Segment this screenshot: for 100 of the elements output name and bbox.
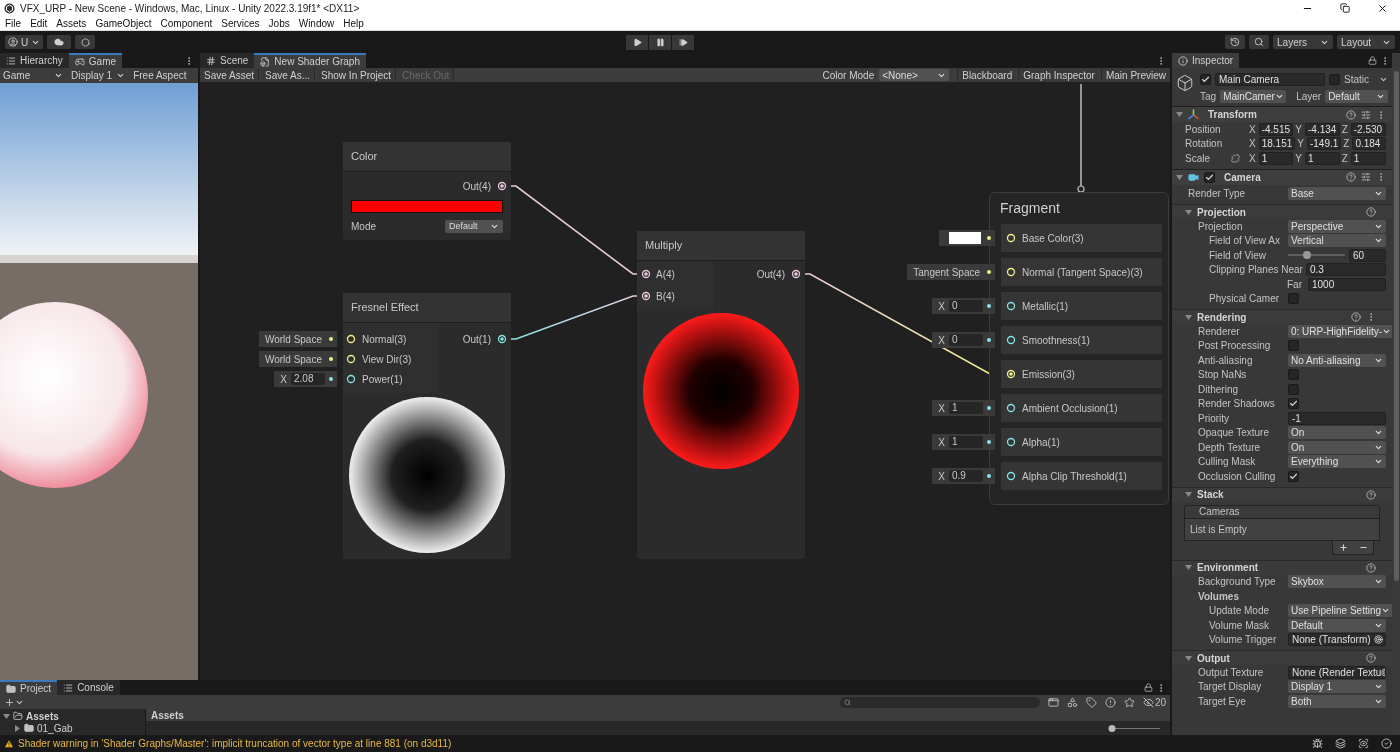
number-field[interactable]: 18.151 [1258,137,1296,151]
menu-item[interactable]: Help [343,15,364,31]
menu-item[interactable]: GameObject [95,15,152,31]
menu-item[interactable]: Edit [30,15,48,31]
object-field[interactable]: None (Transform) [1288,633,1386,647]
search-button[interactable] [1249,35,1269,49]
layout-dropdown[interactable]: Layout [1337,35,1395,49]
star-icon[interactable] [1123,696,1135,708]
number-field[interactable]: 1 [949,436,983,448]
port-icon[interactable] [1006,369,1016,379]
hidden-count[interactable]: 20 [1142,694,1166,710]
panel-tab[interactable]: Scene [200,53,255,68]
dropdown[interactable]: Everything [1288,455,1386,469]
slider-thumb[interactable] [1302,251,1311,260]
presets-icon[interactable] [1361,172,1371,182]
help-icon[interactable] [1366,207,1376,217]
panel-tab[interactable]: Game [68,53,123,68]
dropdown[interactable]: 0: URP-HighFidelity- [1288,324,1395,338]
color-swatch[interactable] [351,200,503,213]
number-field[interactable]: 0 [949,300,983,312]
mode-dropdown[interactable]: Default [445,220,503,233]
number-field[interactable]: -4.134 [1305,122,1340,136]
alert-icon[interactable] [1104,696,1116,708]
menu-item[interactable]: Assets [56,15,87,31]
section-header[interactable]: Output [1172,650,1392,665]
tree-item[interactable]: 01_Gab [0,722,145,734]
lock-icon[interactable] [1368,56,1377,65]
shapes-icon[interactable] [1066,696,1078,708]
slider-track[interactable] [1288,254,1345,257]
input-field[interactable]: 0.3 [1305,263,1386,277]
section-header[interactable]: Stack [1172,486,1392,502]
port-icon[interactable] [641,291,651,301]
add-icon[interactable] [1338,542,1348,552]
checkbox[interactable] [1329,73,1340,85]
checkbox[interactable] [1288,383,1299,395]
dropdown[interactable]: Use Pipeline Setting [1288,604,1394,618]
help-icon[interactable] [1366,653,1376,663]
number-field[interactable]: 0.184 [1352,137,1386,151]
space-dropdown[interactable]: Tangent Space [907,264,995,280]
checkbox[interactable] [1288,398,1299,410]
tag-icon[interactable] [1085,696,1097,708]
port-icon[interactable] [1006,335,1016,345]
aspect-dropdown[interactable]: Free Aspect [130,68,190,83]
dropdown[interactable]: No Anti-aliasing [1288,353,1386,367]
unlink-icon[interactable] [1231,153,1240,163]
layers-icon[interactable] [1335,738,1346,749]
number-field[interactable]: 1 [1350,151,1386,165]
help-icon[interactable] [1366,489,1376,500]
port-icon[interactable] [346,334,356,344]
foldout-icon[interactable] [1185,491,1192,498]
port-icon[interactable] [1006,437,1016,447]
checkbox[interactable] [1288,293,1299,305]
port-icon[interactable] [1006,301,1016,311]
dropdown[interactable]: Perspective [1288,219,1386,233]
foldout-icon[interactable] [1185,654,1192,662]
foldout-icon[interactable] [1185,564,1192,571]
port-icon[interactable] [1006,471,1016,481]
menu-item[interactable]: Window [298,15,335,31]
play-button[interactable] [626,34,649,50]
foldout-icon[interactable] [1176,111,1183,118]
dropdown[interactable]: On [1288,440,1386,454]
number-field[interactable]: 1 [1305,151,1340,165]
dropdown[interactable]: Default [1288,618,1386,632]
lock-icon[interactable] [1144,683,1153,692]
help-icon[interactable] [1366,562,1376,573]
menu-item[interactable]: Jobs [268,15,290,31]
step-button[interactable] [672,34,695,50]
presets-icon[interactable] [1361,109,1371,120]
port-icon[interactable] [346,374,356,384]
help-icon[interactable] [1351,312,1361,322]
tree-item[interactable]: Assets [0,710,145,722]
menu-item[interactable]: File [5,15,22,31]
color-mode-dropdown[interactable]: <None> [879,69,950,81]
port-icon[interactable] [1006,403,1016,413]
menu-item[interactable]: Services [221,15,260,31]
port-icon[interactable] [641,269,651,279]
number-field[interactable]: -4.515 [1258,122,1294,136]
dropdown[interactable]: Skybox [1288,575,1386,589]
port-icon[interactable] [497,334,507,344]
checkbox[interactable] [1204,171,1215,183]
input-field[interactable]: 1000 [1308,277,1386,291]
dropdown[interactable]: Vertical [1288,234,1386,248]
number-field[interactable]: 2.08 [291,373,325,385]
dropdown[interactable]: Both [1288,694,1386,708]
help-icon[interactable] [1346,109,1356,120]
panel-tab[interactable]: Hierarchy [0,53,69,68]
window-icon[interactable] [1047,696,1059,708]
input-field[interactable]: -1 [1288,411,1386,425]
number-field[interactable]: 1 [1258,151,1294,165]
view-dropdown[interactable]: Game [0,68,66,83]
bug-icon[interactable] [1312,738,1323,749]
section-header[interactable]: Rendering [1172,309,1392,324]
panel-tab[interactable]: New Shader Graph [254,53,366,68]
checkbox[interactable] [1288,369,1299,381]
dropdown[interactable]: Display 1 [1288,680,1386,694]
color-swatch[interactable] [949,232,981,244]
checkbox[interactable] [1288,470,1299,482]
account-button[interactable]: U [5,35,44,49]
restore-icon[interactable] [1340,3,1350,13]
number-field[interactable]: -149.1 [1306,137,1342,151]
